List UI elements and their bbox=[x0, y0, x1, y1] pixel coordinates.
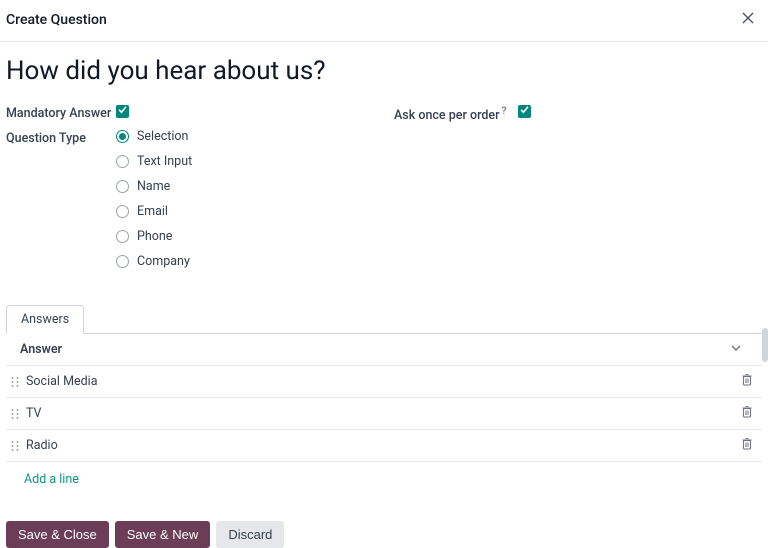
radio-email[interactable]: Email bbox=[116, 204, 374, 219]
check-icon bbox=[519, 104, 530, 119]
radio-icon bbox=[116, 130, 129, 143]
table-row[interactable]: Social Media bbox=[6, 365, 762, 397]
question-type-label: Question Type bbox=[6, 129, 116, 146]
drag-handle-icon[interactable] bbox=[6, 408, 24, 420]
trash-icon bbox=[741, 373, 753, 390]
scrollbar-track[interactable] bbox=[762, 328, 768, 488]
radio-name[interactable]: Name bbox=[116, 179, 374, 194]
discard-button[interactable]: Discard bbox=[216, 521, 284, 548]
radio-icon bbox=[116, 155, 129, 168]
radio-icon bbox=[116, 255, 129, 268]
radio-label: Name bbox=[137, 179, 170, 194]
radio-text-input[interactable]: Text Input bbox=[116, 154, 374, 169]
radio-selection[interactable]: Selection bbox=[116, 129, 374, 144]
answer-cell[interactable]: TV bbox=[24, 406, 738, 421]
column-header-answer[interactable]: Answer bbox=[20, 342, 724, 357]
radio-icon bbox=[116, 205, 129, 218]
once-label: Ask once per order? bbox=[394, 104, 506, 123]
radio-icon bbox=[116, 180, 129, 193]
scrollbar-thumb[interactable] bbox=[762, 328, 768, 362]
delete-row-button[interactable] bbox=[738, 405, 756, 422]
mandatory-label: Mandatory Answer bbox=[6, 104, 116, 121]
table-row[interactable]: TV bbox=[6, 397, 762, 429]
check-icon bbox=[117, 104, 128, 119]
answer-cell[interactable]: Social Media bbox=[24, 374, 738, 389]
close-button[interactable] bbox=[738, 8, 758, 31]
question-type-radio-group: Selection Text Input Name bbox=[116, 129, 374, 269]
radio-label: Email bbox=[137, 204, 168, 219]
radio-label: Text Input bbox=[137, 154, 192, 169]
drag-handle-icon[interactable] bbox=[6, 440, 24, 452]
chevron-down-icon[interactable] bbox=[731, 342, 741, 357]
radio-company[interactable]: Company bbox=[116, 254, 374, 269]
save-close-button[interactable]: Save & Close bbox=[6, 521, 109, 548]
once-checkbox[interactable] bbox=[518, 105, 531, 118]
drag-handle-icon[interactable] bbox=[6, 376, 24, 388]
radio-icon bbox=[116, 230, 129, 243]
radio-label: Phone bbox=[137, 229, 172, 244]
trash-icon bbox=[741, 437, 753, 454]
radio-label: Company bbox=[137, 254, 190, 269]
delete-row-button[interactable] bbox=[738, 437, 756, 454]
mandatory-checkbox[interactable] bbox=[116, 105, 129, 118]
delete-row-button[interactable] bbox=[738, 373, 756, 390]
trash-icon bbox=[741, 405, 753, 422]
save-new-button[interactable]: Save & New bbox=[115, 521, 211, 548]
question-title[interactable]: How did you hear about us? bbox=[6, 56, 762, 86]
radio-phone[interactable]: Phone bbox=[116, 229, 374, 244]
radio-label: Selection bbox=[137, 129, 188, 144]
add-line-link[interactable]: Add a line bbox=[24, 472, 79, 487]
answer-cell[interactable]: Radio bbox=[24, 438, 738, 453]
dialog-title: Create Question bbox=[6, 12, 107, 28]
close-icon bbox=[740, 14, 756, 29]
tab-answers[interactable]: Answers bbox=[6, 305, 84, 334]
table-row[interactable]: Radio bbox=[6, 429, 762, 462]
